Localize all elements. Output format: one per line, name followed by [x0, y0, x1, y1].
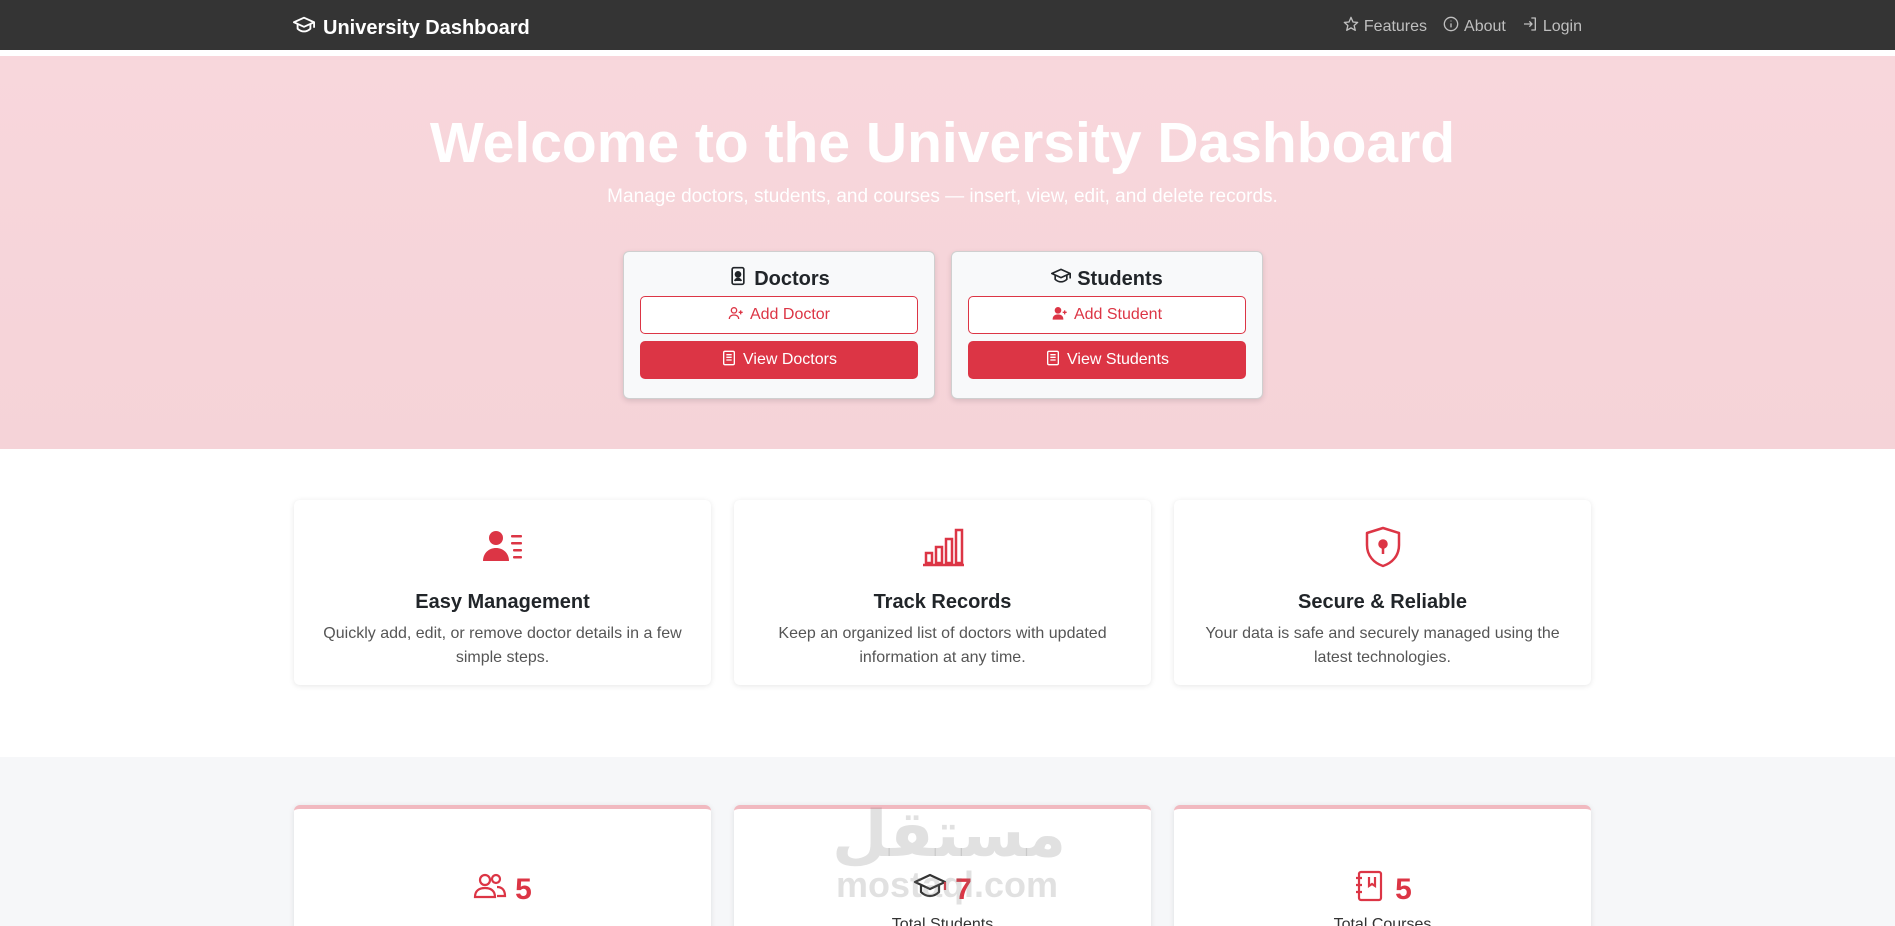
add-doctor-label: Add Doctor	[749, 306, 831, 323]
nav-link-label: Features	[1363, 17, 1428, 35]
stat-card-students: 7 Total Students	[734, 805, 1151, 926]
feature-text: Quickly add, edit, or remove doctor deta…	[323, 625, 682, 666]
feature-title: Track Records	[873, 591, 1012, 613]
list-icon	[721, 350, 737, 371]
feature-title: Easy Management	[415, 591, 590, 613]
hero-title: Welcome to the University Dashboard	[429, 111, 1456, 175]
view-doctors-label: View Doctors	[743, 351, 837, 368]
person-lines-icon	[294, 525, 711, 569]
feature-card-easy-management: Easy Management Quickly add, edit, or re…	[294, 500, 711, 685]
navbar: University Dashboard Features About Logi…	[0, 0, 1895, 53]
stat-label: Total Courses	[1333, 916, 1432, 926]
stat-value: 7	[955, 873, 972, 906]
nav-links: Features About Login	[1343, 16, 1582, 37]
students-card-title: Students	[1077, 267, 1163, 290]
view-students-label: View Students	[1067, 351, 1169, 368]
login-icon	[1522, 16, 1538, 37]
hero-subtitle: Manage doctors, students, and courses — …	[607, 186, 1278, 207]
stat-label: Total Students	[891, 916, 994, 926]
shield-lock-icon	[1174, 525, 1591, 569]
graduation-cap-icon	[1051, 266, 1072, 292]
star-icon	[1343, 16, 1359, 37]
graduation-cap-icon	[913, 869, 947, 911]
people-icon	[473, 869, 507, 911]
journal-icon	[1353, 869, 1387, 911]
add-doctor-button[interactable]: Add Doctor	[640, 296, 918, 334]
id-badge-icon	[728, 266, 748, 292]
add-student-label: Add Student	[1073, 306, 1163, 323]
stat-row: 5	[294, 869, 711, 911]
add-student-button[interactable]: Add Student	[968, 296, 1246, 334]
doctors-card-header: Doctors	[624, 266, 934, 292]
view-students-button[interactable]: View Students	[968, 341, 1246, 379]
feature-card-track-records: Track Records Keep an organized list of …	[734, 500, 1151, 685]
students-card: Students Add Student View Students	[951, 251, 1263, 399]
feature-title: Secure & Reliable	[1298, 591, 1467, 613]
stat-value: 5	[1395, 873, 1412, 906]
feature-text: Keep an organized list of doctors with u…	[778, 625, 1107, 666]
hero-section: Welcome to the University Dashboard Mana…	[0, 56, 1895, 449]
stat-value: 5	[515, 873, 532, 906]
brand-label: University Dashboard	[323, 16, 530, 39]
person-add-icon	[1052, 305, 1068, 326]
list-icon	[1045, 350, 1061, 371]
students-card-header: Students	[952, 266, 1262, 292]
bar-chart-icon	[734, 525, 1151, 569]
info-icon	[1443, 16, 1459, 37]
nav-link-label: Login	[1542, 17, 1582, 35]
feature-text: Your data is safe and securely managed u…	[1205, 625, 1560, 666]
doctors-card: Doctors Add Doctor View Doctors	[623, 251, 935, 399]
stat-row: 5	[1174, 869, 1591, 911]
nav-link-login[interactable]: Login	[1522, 16, 1582, 37]
view-doctors-button[interactable]: View Doctors	[640, 341, 918, 379]
stat-card-courses: 5 Total Courses	[1174, 805, 1591, 926]
graduation-cap-icon	[293, 14, 315, 42]
nav-link-about[interactable]: About	[1443, 16, 1506, 37]
nav-link-features[interactable]: Features	[1343, 16, 1427, 37]
feature-card-secure-reliable: Secure & Reliable Your data is safe and …	[1174, 500, 1591, 685]
doctors-card-title: Doctors	[754, 267, 830, 290]
brand[interactable]: University Dashboard	[293, 14, 530, 42]
stat-card-doctors: 5	[294, 805, 711, 926]
stat-row: 7	[734, 869, 1151, 911]
nav-link-label: About	[1464, 17, 1506, 35]
person-add-icon	[728, 305, 744, 326]
